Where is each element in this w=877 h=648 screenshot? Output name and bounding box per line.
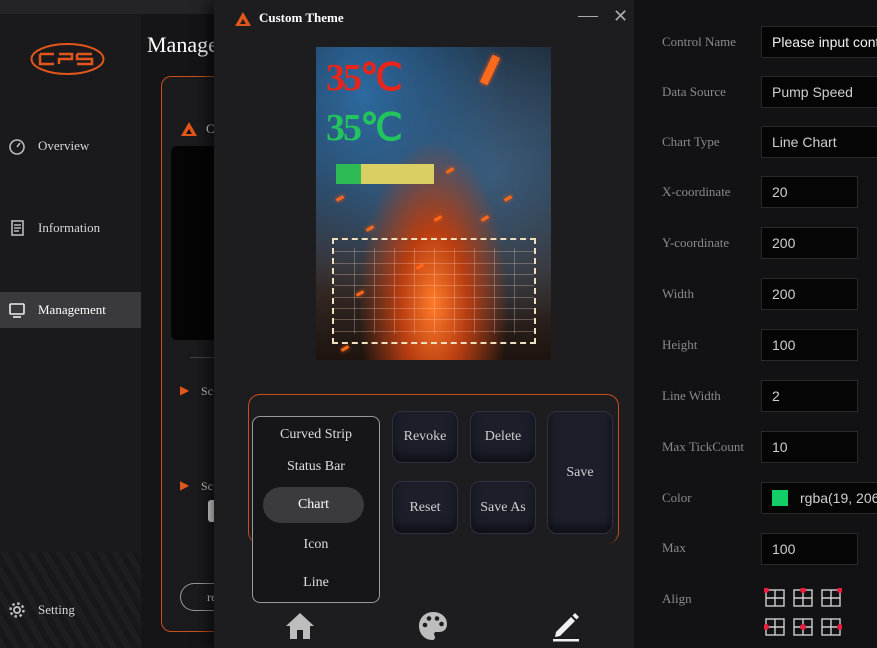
reset-button[interactable]: Reset (392, 481, 458, 534)
temperature-readout-red[interactable]: 35℃ (326, 55, 403, 100)
document-icon (11, 220, 24, 236)
app-sidebar: Overview Information Management Setting (0, 0, 877, 648)
sidebar-item-label: Setting (38, 602, 75, 617)
chart-grid-line (334, 308, 534, 309)
theme-preview: 35℃ 35℃ (316, 47, 551, 360)
align-middle-right-icon[interactable] (820, 617, 842, 637)
chart-grid-line (374, 248, 375, 334)
chart-grid-line (474, 248, 475, 334)
divider (190, 357, 216, 358)
play-arrow-icon: ▶ (180, 478, 190, 492)
close-icon[interactable]: ✕ (613, 6, 628, 27)
save-button[interactable]: Save (547, 411, 613, 534)
chart-grid-line (454, 248, 455, 334)
chart-grid-line (394, 248, 395, 334)
warning-triangle-icon (181, 122, 197, 136)
temperature-readout-green[interactable]: 35℃ (326, 105, 403, 150)
chart-type-label: Chart Type (662, 134, 720, 149)
sidebar-item-management[interactable]: Management (0, 292, 141, 328)
minimize-icon[interactable]: — (578, 4, 598, 27)
pen-icon[interactable] (550, 610, 582, 642)
delete-button[interactable]: Delete (470, 411, 536, 463)
sidebar-item-overview[interactable]: Overview (0, 128, 141, 164)
x-coordinate-label: X-coordinate (662, 184, 731, 199)
line-width-label: Line Width (662, 388, 721, 403)
save-as-button[interactable]: Save As (470, 481, 536, 534)
data-source-select[interactable]: Pump Speed (761, 76, 877, 108)
x-coordinate-input[interactable]: 20 (761, 176, 858, 208)
chart-grid-line (514, 248, 515, 334)
palette-icon[interactable] (417, 610, 449, 642)
height-label: Height (662, 337, 698, 352)
status-bar-fill (336, 164, 361, 184)
max-tick-count-label: Max TickCount (662, 439, 744, 454)
width-label: Width (662, 286, 694, 301)
sidebar-item-label: Overview (38, 138, 90, 153)
background-preview (171, 146, 216, 340)
sidebar-item-label: Information (38, 220, 101, 235)
align-center-icon[interactable] (792, 617, 814, 637)
revoke-button[interactable]: Revoke (392, 411, 458, 463)
color-label: Color (662, 490, 692, 505)
dialog-header: Custom Theme — ✕ (214, 0, 634, 36)
control-name-input[interactable]: Please input cont (761, 26, 877, 58)
sidebar-item-information[interactable]: Information (0, 210, 141, 246)
menu-item-status-bar[interactable]: Status Bar (253, 449, 379, 485)
menu-item-curved-strip[interactable]: Curved Strip (253, 417, 379, 453)
color-swatch[interactable] (772, 490, 788, 506)
page-title: Manage (147, 32, 218, 57)
line-width-input[interactable]: 2 (761, 380, 858, 412)
chart-grid-line (334, 274, 534, 275)
sidebar-item-label: Management (38, 302, 106, 317)
chart-grid-line (414, 248, 415, 334)
warning-triangle-icon (235, 12, 251, 26)
control-name-label: Control Name (662, 34, 737, 49)
height-input[interactable]: 100 (761, 329, 858, 361)
gear-icon (9, 602, 25, 618)
chart-grid-line (334, 296, 534, 298)
chart-grid-line (334, 262, 534, 264)
align-top-center-icon[interactable] (792, 588, 814, 608)
data-source-label: Data Source (662, 84, 726, 99)
play-arrow-icon: ▶ (180, 383, 190, 397)
chart-grid-line (334, 251, 534, 253)
color-picker[interactable]: rgba(19, 206 (761, 482, 877, 514)
align-top-left-icon[interactable] (764, 588, 786, 608)
chart-grid-line (334, 319, 534, 321)
chart-grid-line (354, 248, 355, 334)
chart-grid-line (494, 248, 495, 334)
properties-panel: Control Name Please input cont Data Sour… (634, 0, 877, 648)
dialog-title: Custom Theme (259, 10, 344, 25)
menu-item-icon[interactable]: Icon (253, 527, 379, 563)
max-input[interactable]: 100 (761, 533, 858, 565)
home-icon[interactable] (284, 610, 316, 642)
chart-grid-line (334, 285, 534, 287)
cps-logo (30, 43, 105, 75)
y-coordinate-label: Y-coordinate (662, 235, 730, 250)
chart-widget[interactable] (332, 238, 536, 344)
section-label: Sc (201, 384, 213, 398)
width-input[interactable]: 200 (761, 278, 858, 310)
chart-type-select[interactable]: Line Chart (761, 126, 877, 158)
speedometer-icon (9, 139, 25, 155)
chart-grid-line (434, 248, 435, 334)
section-label: Sc (201, 479, 213, 493)
color-value: rgba(19, 206 (800, 490, 877, 506)
align-middle-left-icon[interactable] (764, 617, 786, 637)
align-top-right-icon[interactable] (820, 588, 842, 608)
max-label: Max (662, 540, 686, 555)
chart-grid-line (334, 330, 534, 332)
custom-theme-dialog: Custom Theme — ✕ 35℃ 35℃ Revoke Delete S… (214, 0, 634, 648)
y-coordinate-input[interactable]: 200 (761, 227, 858, 259)
monitor-icon (9, 303, 25, 318)
element-type-menu: Curved Strip Status Bar Chart Icon Line (252, 416, 380, 603)
sidebar-item-setting[interactable]: Setting (0, 592, 141, 628)
status-bar-widget[interactable] (336, 164, 434, 184)
align-label: Align (662, 591, 692, 606)
menu-item-line[interactable]: Line (253, 565, 379, 601)
max-tick-count-input[interactable]: 10 (761, 431, 858, 463)
menu-item-chart[interactable]: Chart (263, 487, 364, 523)
